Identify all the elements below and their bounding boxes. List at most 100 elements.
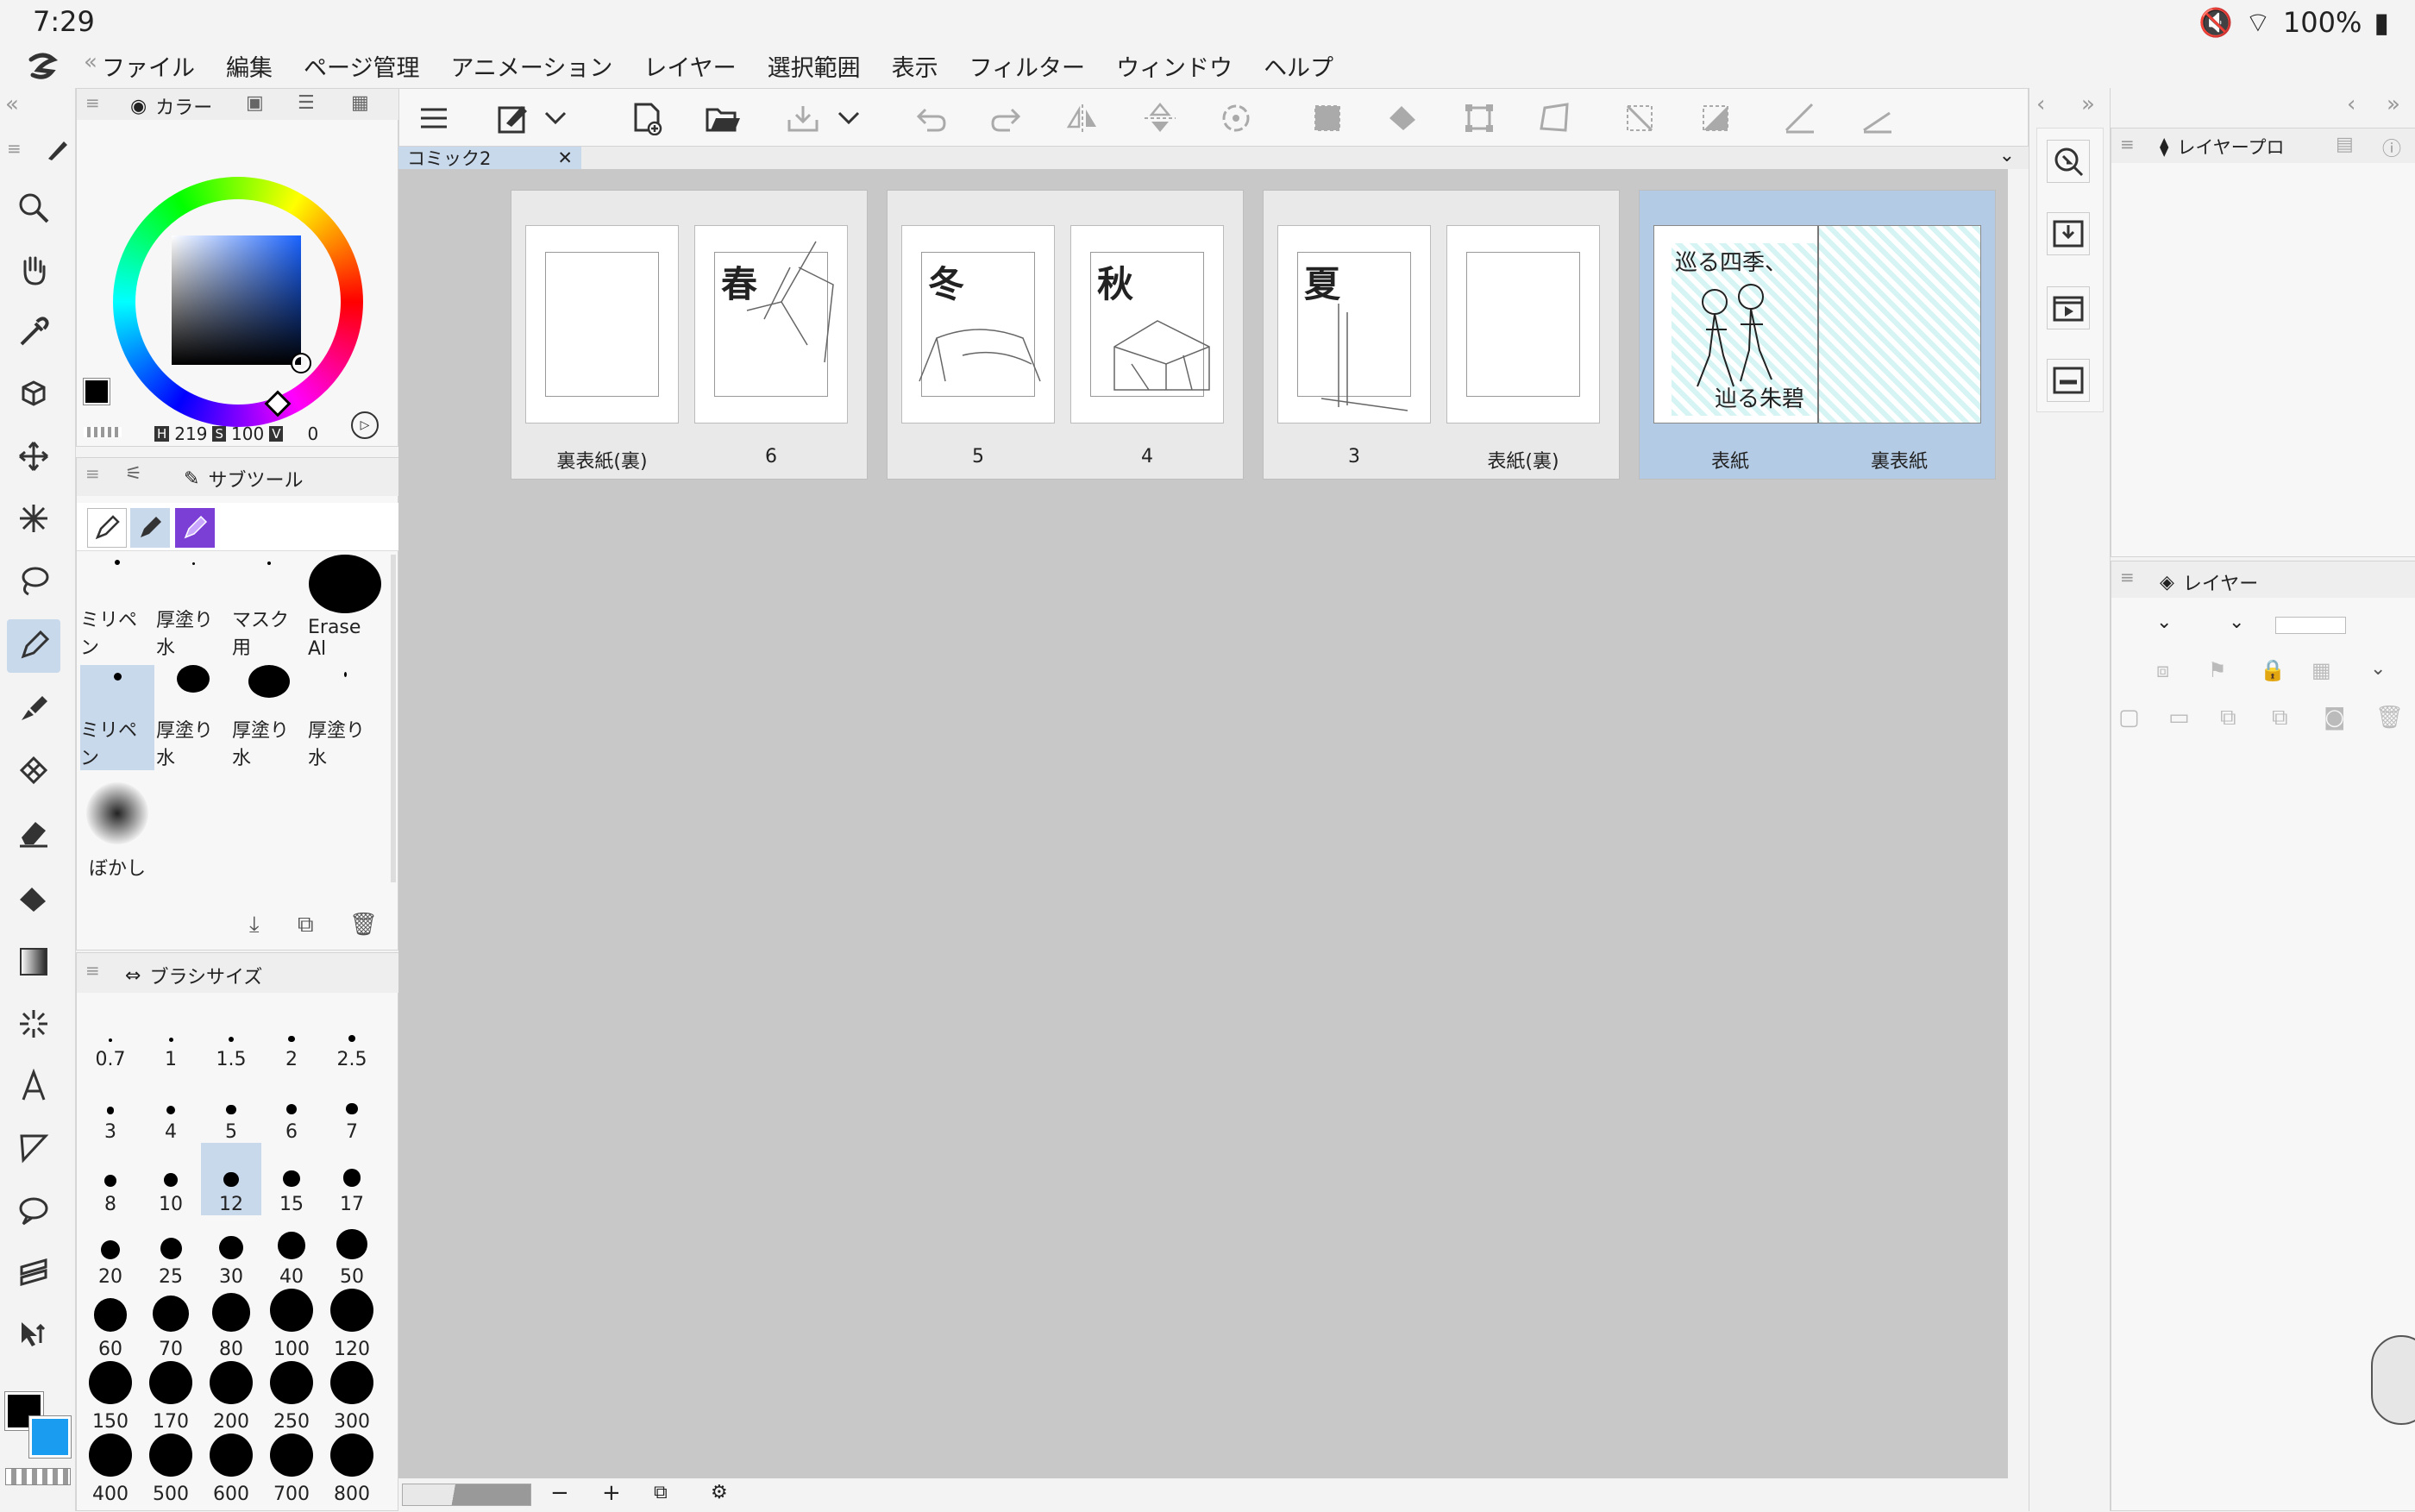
- figure-tool-icon[interactable]: [7, 997, 60, 1051]
- import-material-icon[interactable]: [2047, 212, 2090, 255]
- hand-tool-icon[interactable]: [7, 243, 60, 297]
- page-thumbnail[interactable]: [1446, 225, 1600, 423]
- brush-size-option[interactable]: 300: [322, 1360, 382, 1433]
- fill-bucket-icon[interactable]: [1383, 99, 1424, 137]
- scale-rotate-icon[interactable]: [1458, 99, 1500, 137]
- document-tab[interactable]: コミック2 ✕: [398, 147, 581, 169]
- tab-subtool[interactable]: ✎ サブツール: [184, 465, 303, 492]
- quick-access-icon[interactable]: [492, 99, 534, 137]
- panel-menu-icon[interactable]: ≡: [85, 92, 100, 113]
- brush-size-option[interactable]: 20: [80, 1215, 141, 1288]
- brush-size-option[interactable]: 6: [261, 1070, 322, 1143]
- invert-selection-icon[interactable]: [1695, 99, 1736, 137]
- tab-layer[interactable]: ◈ レイヤー: [2160, 568, 2258, 596]
- brush-size-option[interactable]: 50: [322, 1215, 382, 1288]
- tool-property-tab-icon[interactable]: ⚟: [125, 463, 142, 485]
- color-slider-tab-icon[interactable]: ☰: [298, 92, 315, 114]
- lock-transparent-icon[interactable]: ▦: [2312, 658, 2331, 682]
- close-tab-icon[interactable]: ✕: [557, 147, 573, 168]
- page-thumbnail[interactable]: 夏: [1277, 225, 1431, 423]
- decoration-tool-icon[interactable]: [7, 743, 60, 797]
- delete-layer-icon[interactable]: 🗑: [2375, 705, 2404, 731]
- main-color-mini[interactable]: [83, 378, 110, 405]
- color-set-tab-icon[interactable]: ▣: [246, 92, 264, 114]
- brush-size-option[interactable]: 400: [80, 1433, 141, 1505]
- color-mode-icon[interactable]: ▷: [351, 411, 379, 439]
- snap-to-special-ruler-icon[interactable]: [1857, 99, 1898, 137]
- page-thumbnail[interactable]: [525, 225, 679, 423]
- move-tool-icon[interactable]: [7, 430, 60, 483]
- clear-selection-icon[interactable]: [1619, 99, 1660, 137]
- menu-help[interactable]: ヘルプ: [1248, 49, 1349, 83]
- brush-size-option[interactable]: 3: [80, 1070, 141, 1143]
- merge-down-icon[interactable]: ⧉: [2272, 705, 2288, 731]
- flip-vertical-icon[interactable]: [1139, 99, 1181, 137]
- panel-menu-icon[interactable]: ≡: [85, 463, 100, 484]
- brush-size-option[interactable]: 2.5: [322, 998, 382, 1070]
- ruler-tool-icon[interactable]: [7, 1245, 60, 1299]
- brush-preset-thick-water-4[interactable]: 厚塗り水: [308, 665, 382, 770]
- transfer-down-icon[interactable]: ⧉: [2220, 705, 2236, 731]
- brush-preset-millipen-selected[interactable]: ミリペン: [80, 665, 154, 770]
- brush-size-option[interactable]: 80: [201, 1288, 261, 1360]
- brush-size-option[interactable]: 250: [261, 1360, 322, 1433]
- lasso-tool-icon[interactable]: [7, 554, 60, 607]
- page-thumbnail[interactable]: 秋: [1070, 225, 1224, 423]
- spread-5-4[interactable]: 冬 秋 5 4: [887, 190, 1244, 480]
- new-folder-icon[interactable]: ▭: [2168, 705, 2190, 731]
- color-saturation-square[interactable]: [172, 235, 301, 365]
- page-thumbnail[interactable]: 冬: [901, 225, 1055, 423]
- brush-size-option[interactable]: 800: [322, 1433, 382, 1505]
- brush-preset-thick-water-2[interactable]: 厚塗り水: [156, 665, 230, 770]
- info-icon[interactable]: ⓘ: [2382, 134, 2401, 161]
- delete-subtool-icon[interactable]: 🗑: [349, 912, 378, 938]
- brush-size-option[interactable]: 60: [80, 1288, 141, 1360]
- text-tool-icon[interactable]: [7, 1059, 60, 1113]
- brush-preset-millipen[interactable]: ミリペン: [80, 555, 154, 660]
- panel-menu-icon[interactable]: ≡: [85, 960, 100, 981]
- brush-size-option[interactable]: 170: [141, 1360, 201, 1433]
- collapse-icon[interactable]: «: [84, 49, 97, 75]
- intermediate-color-tab-icon[interactable]: ▦: [351, 92, 369, 114]
- brush-size-option[interactable]: 700: [261, 1433, 322, 1505]
- undo-icon[interactable]: [910, 99, 951, 137]
- balloon-tool-icon[interactable]: [7, 1183, 60, 1237]
- free-transform-icon[interactable]: [1534, 99, 1576, 137]
- brush-size-option[interactable]: 5: [201, 1070, 261, 1143]
- brush-size-option[interactable]: 30: [201, 1215, 261, 1288]
- flip-horizontal-icon[interactable]: [1062, 99, 1103, 137]
- tab-color-wheel[interactable]: ◉ カラー: [130, 92, 212, 120]
- zoom-tool-icon[interactable]: [7, 181, 60, 235]
- page-thumbnail[interactable]: 春: [694, 225, 848, 423]
- redo-icon[interactable]: [986, 99, 1027, 137]
- tab-layer-property[interactable]: ⧫ レイヤープロ: [2160, 134, 2285, 160]
- more-chevron-icon[interactable]: ⌄: [2370, 658, 2386, 680]
- auto-select-tool-icon[interactable]: [7, 492, 60, 545]
- brush-preset-thick-water-3[interactable]: 厚塗り水: [232, 665, 306, 770]
- menu-file[interactable]: ファイル: [86, 49, 210, 83]
- menu-page-management[interactable]: ページ管理: [288, 49, 435, 83]
- brush-size-option[interactable]: 150: [80, 1360, 141, 1433]
- new-raster-layer-icon[interactable]: ▢: [2118, 705, 2140, 731]
- brush-size-option[interactable]: 15: [261, 1143, 322, 1215]
- menu-animation[interactable]: アニメーション: [435, 49, 628, 83]
- zoom-in-button[interactable]: +: [602, 1480, 621, 1506]
- tab-brush-size[interactable]: ⇔ ブラシサイズ: [125, 962, 262, 989]
- open-file-icon[interactable]: [703, 99, 744, 137]
- brush-size-option[interactable]: 8: [80, 1143, 141, 1215]
- zoom-out-button[interactable]: −: [550, 1480, 569, 1506]
- spread-back-cover-6[interactable]: 春 裏表紙(裏) 6: [511, 190, 868, 480]
- save-icon[interactable]: [782, 99, 824, 137]
- reference-layer-icon[interactable]: ⚑: [2208, 658, 2227, 682]
- color-pen-group-icon[interactable]: [175, 508, 215, 548]
- opacity-chevron-icon[interactable]: ⌄: [2229, 612, 2244, 633]
- eraser-tool-icon[interactable]: [7, 806, 60, 859]
- brush-size-option[interactable]: 10: [141, 1143, 201, 1215]
- side-handle[interactable]: [2371, 1335, 2415, 1425]
- new-file-icon[interactable]: [627, 99, 668, 137]
- brush-size-option[interactable]: 40: [261, 1215, 322, 1288]
- collapse-left-icon[interactable]: ‹: [2347, 91, 2355, 117]
- frame-border-tool-icon[interactable]: [7, 1121, 60, 1175]
- brush-size-option[interactable]: 1.5: [201, 998, 261, 1070]
- marker-group-icon[interactable]: [130, 508, 170, 548]
